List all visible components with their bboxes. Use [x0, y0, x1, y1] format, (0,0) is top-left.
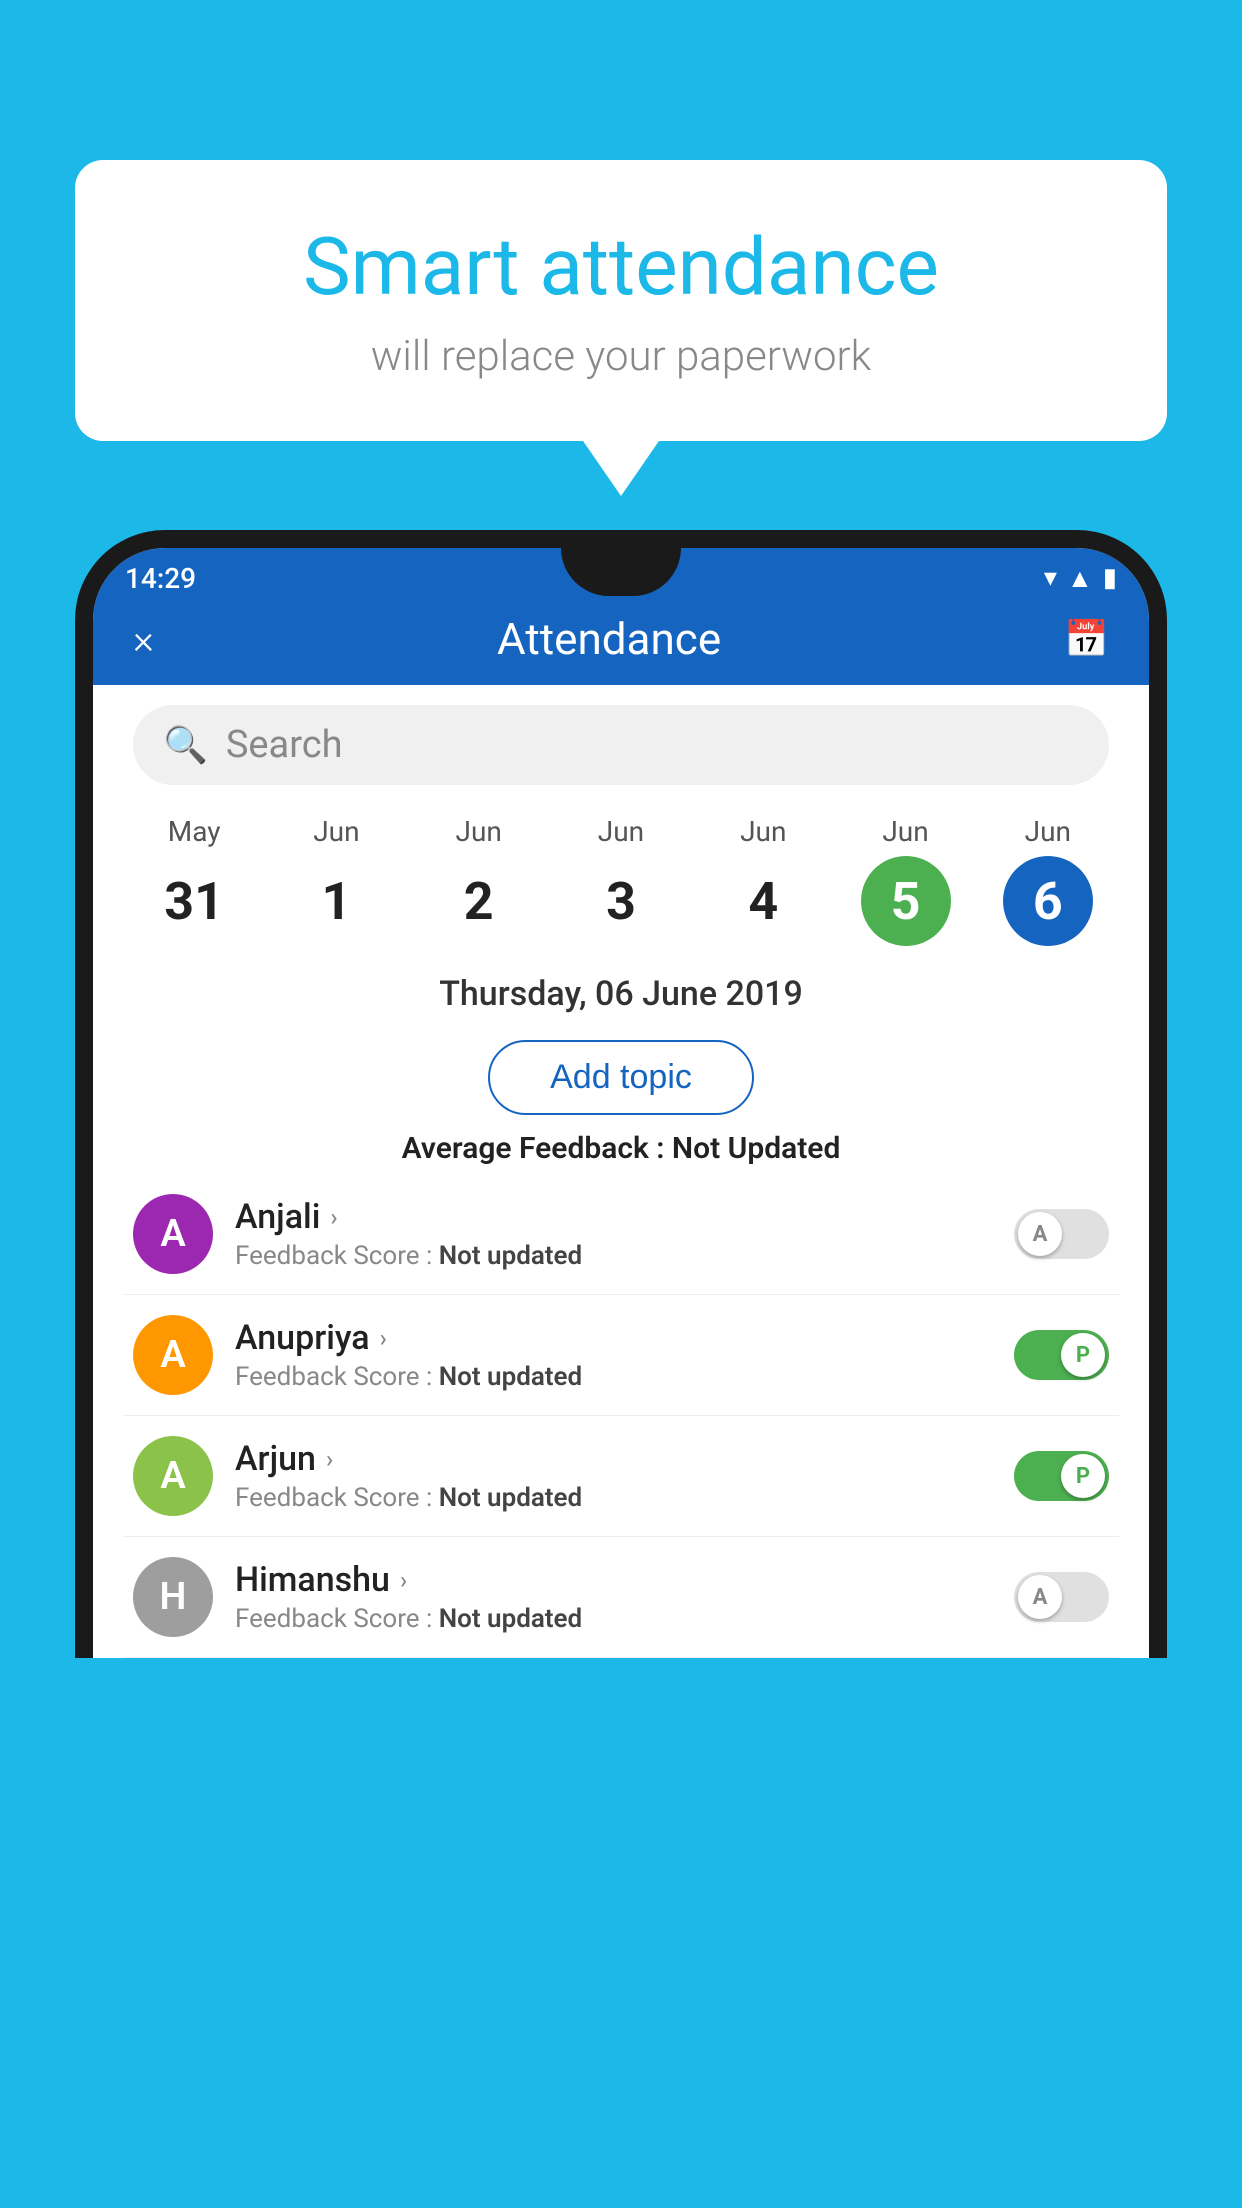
attendance-toggle[interactable]: A [1014, 1209, 1109, 1259]
date-item[interactable]: Jun 4 [718, 815, 808, 946]
feedback-score: Feedback Score : Not updated [235, 1241, 992, 1271]
date-month: Jun [313, 815, 359, 848]
phone-outer: 14:29 ▾ ▲ ▮ × Attendance 📅 🔍 Search [75, 530, 1167, 1658]
date-month: Jun [740, 815, 786, 848]
date-day[interactable]: 3 [576, 856, 666, 946]
avg-feedback: Average Feedback : Not Updated [93, 1131, 1149, 1166]
date-selector: May 31 Jun 1 Jun 2 Jun 3 Jun 4 Jun 5 Jun 6 [93, 805, 1149, 956]
feedback-score: Feedback Score : Not updated [235, 1362, 992, 1392]
chevron-icon: › [400, 1566, 407, 1594]
student-name[interactable]: Anjali › [235, 1197, 992, 1237]
attendance-toggle[interactable]: P [1014, 1451, 1109, 1501]
phone-screen: × Attendance 📅 🔍 Search May31Jun1Jun2Jun… [93, 548, 1149, 1658]
calendar-icon[interactable]: 📅 [1064, 618, 1109, 660]
student-name[interactable]: Himanshu › [235, 1560, 992, 1600]
date-item[interactable]: Jun 2 [434, 815, 524, 946]
avg-feedback-label: Average Feedback : [402, 1131, 672, 1166]
date-day[interactable]: 4 [718, 856, 808, 946]
toggle-knob: A [1018, 1212, 1062, 1256]
student-list: AAnjali ›Feedback Score : Not updatedAAA… [93, 1174, 1149, 1658]
date-month: May [168, 815, 221, 848]
student-avatar: A [133, 1436, 213, 1516]
date-item[interactable]: May 31 [149, 815, 239, 946]
speech-bubble: Smart attendance will replace your paper… [75, 160, 1167, 441]
date-item[interactable]: Jun 1 [291, 815, 381, 946]
student-avatar: A [133, 1315, 213, 1395]
student-avatar: A [133, 1194, 213, 1274]
date-day[interactable]: 6 [1003, 856, 1093, 946]
chevron-icon: › [380, 1324, 387, 1352]
student-item: A Anjali › Feedback Score : Not updated A [123, 1174, 1119, 1295]
toggle-container[interactable]: P [1014, 1330, 1109, 1380]
student-item: H Himanshu › Feedback Score : Not updated A [123, 1537, 1119, 1658]
date-item[interactable]: Jun 5 [861, 815, 951, 946]
student-item: A Arjun › Feedback Score : Not updated P [123, 1416, 1119, 1537]
toggle-knob: P [1061, 1333, 1105, 1377]
date-day[interactable]: 2 [434, 856, 524, 946]
bubble-subtitle: will replace your paperwork [155, 332, 1087, 381]
student-info: Anupriya › Feedback Score : Not updated [235, 1318, 992, 1392]
date-month: Jun [882, 815, 928, 848]
student-item: A Anupriya › Feedback Score : Not updated P [123, 1295, 1119, 1416]
chevron-icon: › [330, 1203, 337, 1231]
toggle-container[interactable]: P [1014, 1451, 1109, 1501]
student-info: Himanshu › Feedback Score : Not updated [235, 1560, 992, 1634]
search-bar[interactable]: 🔍 Search [133, 705, 1109, 785]
status-time: 14:29 [125, 562, 196, 595]
chevron-icon: › [326, 1445, 333, 1473]
search-placeholder: Search [226, 723, 343, 767]
date-day[interactable]: 5 [861, 856, 951, 946]
attendance-toggle[interactable]: P [1014, 1330, 1109, 1380]
avg-feedback-value: Not Updated [672, 1131, 840, 1166]
date-month: Jun [598, 815, 644, 848]
date-item[interactable]: Jun 3 [576, 815, 666, 946]
feedback-score: Feedback Score : Not updated [235, 1483, 992, 1513]
signal-icon: ▲ [1067, 563, 1093, 594]
date-month: Jun [1025, 815, 1071, 848]
date-month: Jun [456, 815, 502, 848]
bubble-title: Smart attendance [155, 220, 1087, 314]
date-day[interactable]: 1 [291, 856, 381, 946]
close-button[interactable]: × [133, 616, 154, 663]
status-icons: ▾ ▲ ▮ [1044, 563, 1117, 594]
attendance-toggle[interactable]: A [1014, 1572, 1109, 1622]
search-icon: 🔍 [163, 724, 208, 766]
toggle-container[interactable]: A [1014, 1209, 1109, 1259]
student-name[interactable]: Arjun › [235, 1439, 992, 1479]
student-info: Arjun › Feedback Score : Not updated [235, 1439, 992, 1513]
add-topic-button[interactable]: Add topic [488, 1040, 754, 1115]
date-item[interactable]: Jun 6 [1003, 815, 1093, 946]
phone-wrapper: 14:29 ▾ ▲ ▮ × Attendance 📅 🔍 Search [75, 530, 1167, 2208]
toggle-knob: P [1061, 1454, 1105, 1498]
student-name[interactable]: Anupriya › [235, 1318, 992, 1358]
toggle-container[interactable]: A [1014, 1572, 1109, 1622]
feedback-score: Feedback Score : Not updated [235, 1604, 992, 1634]
battery-icon: ▮ [1103, 563, 1117, 593]
selected-date-text: Thursday, 06 June 2019 [439, 974, 803, 1014]
header-title: Attendance [497, 613, 721, 665]
student-info: Anjali › Feedback Score : Not updated [235, 1197, 992, 1271]
student-avatar: H [133, 1557, 213, 1637]
date-day[interactable]: 31 [149, 856, 239, 946]
toggle-knob: A [1018, 1575, 1062, 1619]
wifi-icon: ▾ [1044, 563, 1057, 593]
date-info: Thursday, 06 June 2019 [93, 956, 1149, 1024]
